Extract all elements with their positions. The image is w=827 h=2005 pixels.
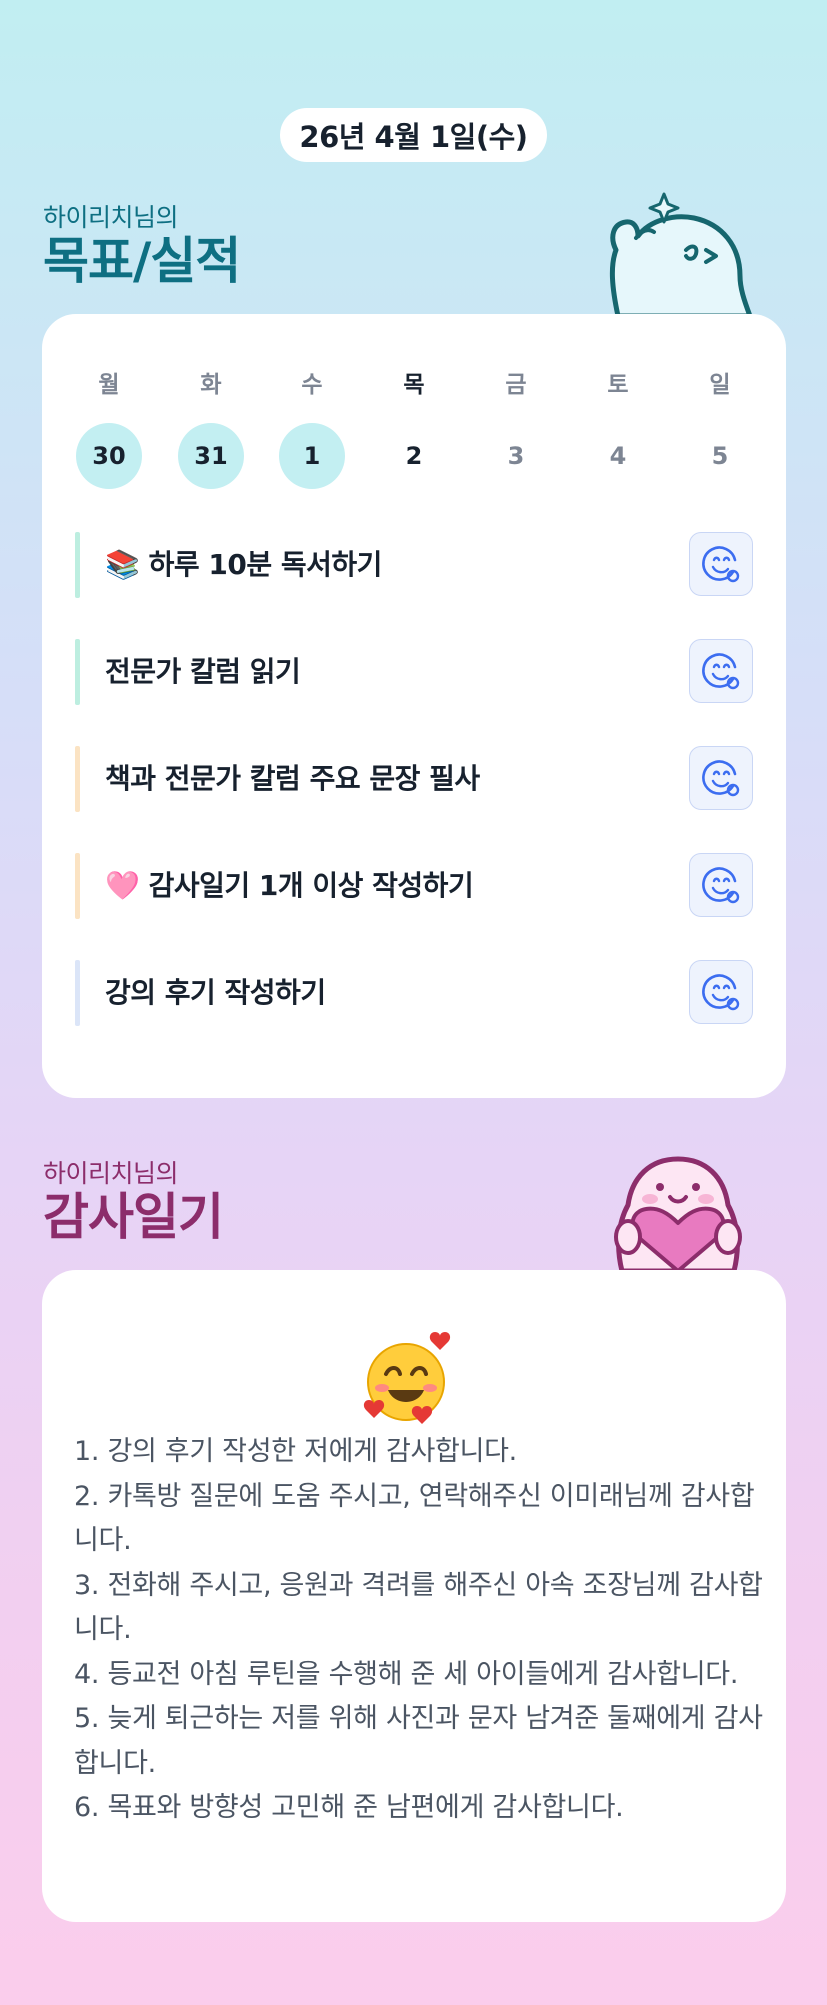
smile-check-icon <box>702 974 740 1011</box>
goals-title: 목표/실적 <box>43 232 241 290</box>
cheering-mascot-illustration <box>609 192 753 316</box>
goal-check-button[interactable] <box>689 746 753 810</box>
day-date: 5 <box>711 442 729 470</box>
day-date: 2 <box>405 442 423 470</box>
goal-category-bar <box>75 639 80 705</box>
goals-subtitle: 하이리치님의 <box>43 203 179 232</box>
goal-label: 📚 하루 10분 독서하기 <box>105 548 382 581</box>
date-badge: 26년 4월 1일(수) <box>280 108 547 162</box>
goal-check-button[interactable] <box>689 853 753 917</box>
day-date: 3 <box>507 442 525 470</box>
smile-check-icon <box>702 867 740 904</box>
goal-label: 🩷 감사일기 1개 이상 작성하기 <box>105 869 474 902</box>
goal-check-button[interactable] <box>689 960 753 1024</box>
goals-section-header: 하이리치님의 목표/실적 <box>43 203 241 290</box>
smile-check-icon <box>702 546 740 583</box>
goal-category-bar <box>75 853 80 919</box>
day-name: 목 <box>403 372 425 398</box>
goal-check-button[interactable] <box>689 639 753 703</box>
goal-category-bar <box>75 532 80 598</box>
smiling-face-with-hearts-icon <box>363 1332 451 1424</box>
goal-check-button[interactable] <box>689 532 753 596</box>
day-name: 월 <box>98 372 120 398</box>
day-wednesday[interactable]: 수 1 <box>279 368 345 489</box>
goal-category-bar <box>75 960 80 1026</box>
goal-item: 🩷 감사일기 1개 이상 작성하기 <box>75 853 753 919</box>
day-date: 30 <box>76 423 142 489</box>
smile-check-icon <box>702 760 740 797</box>
day-sunday[interactable]: 일 5 <box>687 368 753 489</box>
day-date: 1 <box>279 423 345 489</box>
thanks-section-header: 하이리치님의 감사일기 <box>43 1159 224 1246</box>
day-saturday[interactable]: 토 4 <box>585 368 651 489</box>
goal-item: 책과 전문가 칼럼 주요 문장 필사 <box>75 746 753 812</box>
day-name: 수 <box>301 372 323 398</box>
goal-label: 전문가 칼럼 읽기 <box>105 655 301 688</box>
day-date: 31 <box>178 423 244 489</box>
goals-card: 월 30 화 31 수 1 목 2 금 3 토 4 일 5 📚 하루 10분 독… <box>42 314 786 1098</box>
date-label: 26년 4월 1일(수) <box>299 120 528 154</box>
thanks-entries: 1. 강의 후기 작성한 저에게 감사합니다. 2. 카톡방 질문에 도움 주시… <box>74 1436 763 1823</box>
goal-category-bar <box>75 746 80 812</box>
goal-item: 강의 후기 작성하기 <box>75 960 753 1026</box>
thanks-card: 1. 강의 후기 작성한 저에게 감사합니다. 2. 카톡방 질문에 도움 주시… <box>42 1270 786 1922</box>
day-name: 일 <box>709 372 731 398</box>
day-name: 토 <box>607 372 629 398</box>
thanks-subtitle: 하이리치님의 <box>43 1159 179 1188</box>
goal-label: 책과 전문가 칼럼 주요 문장 필사 <box>105 762 480 795</box>
goal-item: 전문가 칼럼 읽기 <box>75 639 753 705</box>
day-name: 금 <box>505 372 527 398</box>
day-thursday[interactable]: 목 2 <box>381 368 447 489</box>
goal-item: 📚 하루 10분 독서하기 <box>75 532 753 598</box>
day-name: 화 <box>200 372 222 398</box>
day-monday[interactable]: 월 30 <box>76 368 142 489</box>
goal-label: 강의 후기 작성하기 <box>105 976 326 1009</box>
day-tuesday[interactable]: 화 31 <box>178 368 244 489</box>
day-date: 4 <box>609 442 627 470</box>
week-calendar: 월 30 화 31 수 1 목 2 금 3 토 4 일 5 <box>42 368 786 508</box>
heart-mascot-illustration <box>614 1156 742 1271</box>
day-friday[interactable]: 금 3 <box>483 368 549 489</box>
thanks-title: 감사일기 <box>43 1188 224 1246</box>
smile-check-icon <box>702 653 740 690</box>
